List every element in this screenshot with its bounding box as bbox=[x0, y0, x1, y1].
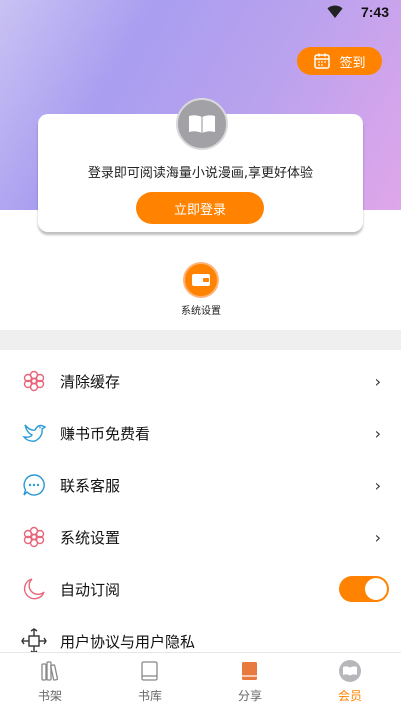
login-button[interactable]: 立即登录 bbox=[136, 192, 264, 224]
flower-icon bbox=[21, 368, 47, 394]
tab-member[interactable]: 会员 bbox=[320, 659, 380, 704]
open-book-icon bbox=[189, 115, 215, 133]
tab-share[interactable]: 分享 bbox=[220, 659, 280, 704]
status-time: 7:43 bbox=[360, 4, 389, 20]
share-book-icon bbox=[238, 659, 262, 683]
bottom-tab-bar: 书架 书库 分享 会员 bbox=[0, 652, 401, 711]
expand-icon bbox=[21, 628, 47, 654]
menu-item-system-settings[interactable]: 系统设置 › bbox=[0, 511, 401, 563]
tab-label: 会员 bbox=[337, 689, 362, 703]
menu-item-earn-coins[interactable]: 赚书币免费看 › bbox=[0, 407, 401, 459]
settings-shortcut-label: 系统设置 bbox=[181, 306, 221, 317]
toggle-knob bbox=[365, 578, 387, 600]
menu-item-label: 赚书币免费看 bbox=[60, 424, 151, 443]
library-icon bbox=[138, 659, 162, 683]
menu-item-auto-subscribe: 自动订阅 bbox=[0, 563, 401, 615]
chevron-right-icon: › bbox=[374, 423, 381, 443]
chevron-right-icon: › bbox=[374, 371, 381, 391]
bird-icon bbox=[21, 420, 47, 446]
tab-label: 书库 bbox=[137, 689, 162, 703]
menu-item-clear-cache[interactable]: 清除缓存 › bbox=[0, 355, 401, 407]
avatar[interactable] bbox=[176, 98, 228, 150]
chevron-right-icon: › bbox=[374, 527, 381, 547]
menu-item-label: 清除缓存 bbox=[60, 372, 121, 391]
chevron-right-icon: › bbox=[374, 475, 381, 495]
flower-icon bbox=[21, 524, 47, 550]
checkin-button[interactable]: 签到 bbox=[297, 47, 382, 75]
menu-item-label: 自动订阅 bbox=[60, 580, 121, 599]
settings-shortcut[interactable]: 系统设置 bbox=[169, 262, 233, 317]
tab-bookshelf[interactable]: 书架 bbox=[20, 659, 80, 704]
bookshelf-icon bbox=[38, 659, 62, 683]
menu-item-customer-service[interactable]: 联系客服 › bbox=[0, 459, 401, 511]
chat-icon bbox=[21, 472, 47, 498]
tab-label: 书架 bbox=[37, 689, 62, 703]
section-divider bbox=[0, 330, 401, 350]
member-icon bbox=[338, 659, 362, 683]
login-tip: 登录即可阅读海量小说漫画,享更好体验 bbox=[87, 166, 314, 181]
tab-library[interactable]: 书库 bbox=[120, 659, 180, 704]
menu-item-label: 用户协议与用户隐私 bbox=[60, 632, 196, 651]
auto-subscribe-toggle[interactable] bbox=[339, 576, 389, 602]
settings-menu: 清除缓存 › 赚书币免费看 › 联系客服 › 系统设置 › 自动订阅 用户协议与… bbox=[0, 355, 401, 667]
menu-item-label: 系统设置 bbox=[60, 528, 121, 547]
checkin-label: 签到 bbox=[339, 55, 366, 71]
calendar-icon bbox=[314, 53, 331, 69]
status-bar: 7:43 bbox=[0, 0, 401, 26]
moon-icon bbox=[21, 576, 47, 602]
menu-item-label: 联系客服 bbox=[60, 476, 121, 495]
wifi-icon bbox=[327, 5, 343, 18]
wallet-icon bbox=[183, 262, 219, 298]
tab-label: 分享 bbox=[237, 689, 262, 703]
